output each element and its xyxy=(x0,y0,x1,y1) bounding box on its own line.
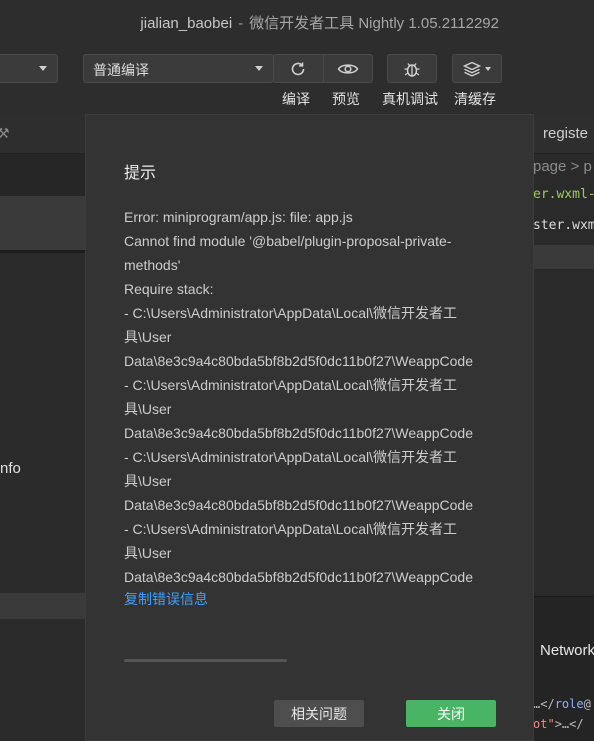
left-panel-info-text: nfo xyxy=(0,460,21,477)
copy-error-link[interactable]: 复制错误信息 xyxy=(124,589,208,609)
remote-debug-button[interactable] xyxy=(387,54,437,83)
dom-line-attr: ot" xyxy=(533,717,555,731)
error-line: Data\8e3c9a4c80bda5bf8b2d5f0dc11b0f27\We… xyxy=(124,353,473,369)
tab-register[interactable]: registe xyxy=(543,125,588,142)
dom-line-suffix: @ xyxy=(583,697,591,711)
tab-network[interactable]: Network xyxy=(540,642,594,659)
eye-icon xyxy=(337,63,359,74)
close-button[interactable]: 关闭 xyxy=(406,700,496,727)
mode-select[interactable] xyxy=(0,54,58,83)
compile-button[interactable] xyxy=(274,55,323,82)
error-message: Error: miniprogram/app.js: file: app.js … xyxy=(124,205,500,589)
chevron-down-icon xyxy=(255,66,263,71)
compile-preview-group xyxy=(273,54,373,83)
error-line: 具\User xyxy=(124,401,172,417)
error-line: 具\User xyxy=(124,473,172,489)
tool-icon[interactable]: ⚒ xyxy=(0,125,10,142)
error-line: - C:\Users\Administrator\AppData\Local\微… xyxy=(124,449,457,465)
chevron-down-icon xyxy=(485,66,491,71)
error-line: Require stack: xyxy=(124,281,214,297)
error-line: Data\8e3c9a4c80bda5bf8b2d5f0dc11b0f27\We… xyxy=(124,425,473,441)
error-line: 具\User xyxy=(124,329,172,345)
code-line: ster.wxm xyxy=(533,218,594,233)
error-line: - C:\Users\Administrator\AppData\Local\微… xyxy=(124,305,457,321)
left-panel-bar xyxy=(0,593,86,619)
compile-mode-value: 普通编译 xyxy=(93,62,149,78)
layers-icon xyxy=(463,61,481,77)
window-title: jialian_baobei - 微信开发者工具 Nightly 1.05.2112… xyxy=(140,12,499,33)
dom-line-prefix: …</ xyxy=(533,697,555,711)
refresh-icon xyxy=(291,62,305,75)
error-line: Data\8e3c9a4c80bda5bf8b2d5f0dc11b0f27\We… xyxy=(124,569,473,585)
horizontal-scrollbar[interactable] xyxy=(124,659,287,662)
title-separator: - xyxy=(238,15,244,32)
code-highlight xyxy=(533,245,594,269)
bug-icon xyxy=(404,62,420,77)
error-dialog: 提示 Error: miniprogram/app.js: file: app.… xyxy=(86,115,533,740)
error-line: Data\8e3c9a4c80bda5bf8b2d5f0dc11b0f27\We… xyxy=(124,497,473,513)
left-panel-header: ⚒ xyxy=(0,115,86,154)
app-name: 微信开发者工具 Nightly 1.05.2112292 xyxy=(249,15,499,32)
title-bar: jialian_baobei - 微信开发者工具 Nightly 1.05.2112… xyxy=(0,0,594,40)
error-line: methods' xyxy=(124,257,181,273)
chevron-down-icon xyxy=(39,66,47,71)
dom-line: …</role@ xyxy=(533,697,591,711)
left-panel: ⚒ nfo xyxy=(0,115,86,740)
clear-cache-label[interactable]: 清缓存 xyxy=(454,89,496,109)
code-line: er.wxml- xyxy=(533,187,594,202)
dom-line-suffix: >…</ xyxy=(554,717,584,731)
dialog-title: 提示 xyxy=(124,165,157,182)
error-line: 具\User xyxy=(124,545,172,561)
preview-button[interactable] xyxy=(322,55,373,82)
dom-line: ot">…</ xyxy=(533,717,584,731)
dom-line-tag: role xyxy=(554,697,584,711)
editor-tabs: registe xyxy=(533,115,594,154)
clear-cache-button[interactable] xyxy=(452,54,502,83)
project-name: jialian_baobei xyxy=(140,15,233,32)
error-line: - C:\Users\Administrator\AppData\Local\微… xyxy=(124,521,457,537)
right-panel: registe page > p er.wxml- ster.wxm Netwo… xyxy=(533,115,594,741)
breadcrumb[interactable]: page > p xyxy=(533,158,592,175)
compile-mode-select[interactable]: 普通编译 xyxy=(83,54,274,83)
related-issues-button[interactable]: 相关问题 xyxy=(274,700,364,727)
error-line: Error: miniprogram/app.js: file: app.js xyxy=(124,209,353,225)
preview-label[interactable]: 预览 xyxy=(332,89,360,109)
toolbar: 普通编译 编译 预览 真机调试 清缓存 xyxy=(0,40,594,115)
left-panel-row[interactable] xyxy=(0,154,86,196)
error-line: - C:\Users\Administrator\AppData\Local\微… xyxy=(124,377,457,393)
left-panel-selected-row[interactable] xyxy=(0,196,86,253)
compile-label[interactable]: 编译 xyxy=(282,89,310,109)
error-line: Cannot find module '@babel/plugin-propos… xyxy=(124,233,452,249)
remote-debug-label[interactable]: 真机调试 xyxy=(382,89,438,109)
